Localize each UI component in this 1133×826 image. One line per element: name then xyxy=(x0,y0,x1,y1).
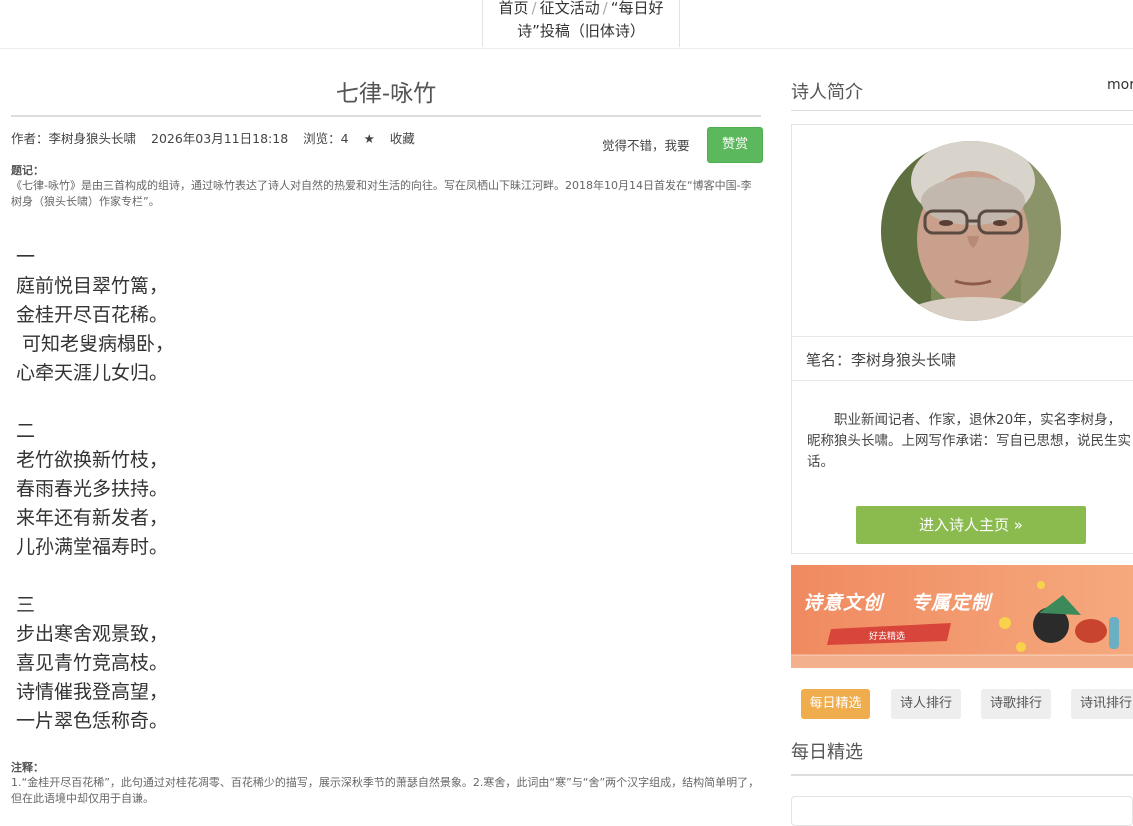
tab-news-ranking[interactable]: 诗讯排行 xyxy=(1071,689,1133,719)
profile-divider xyxy=(792,336,1133,337)
stanza-number: 三 xyxy=(16,594,36,616)
banner-title-2: 专属定制 xyxy=(911,592,992,614)
poem-line: 喜见青竹竞高枝。 xyxy=(16,652,169,674)
poem-line: 金桂开尽百花稀。 xyxy=(16,304,169,326)
poet-bio: 职业新闻记者、作家，退休20年，实名李树身，昵称狼头长啸。上网写作承诺：写自已思… xyxy=(807,412,1131,470)
poem-line: 诗情催我登高望， xyxy=(16,681,169,703)
poem-line: 老竹欲换新竹枝， xyxy=(16,449,169,471)
favorite-button[interactable]: ★ 收藏 xyxy=(364,131,426,146)
poem-line: 春雨春光多扶持。 xyxy=(16,478,169,500)
praise-button[interactable]: 赞赏 xyxy=(707,127,763,163)
poet-intro-heading: 诗人简介 xyxy=(791,82,863,103)
poem-line: 心牵天涯儿女归。 xyxy=(16,362,169,384)
poet-homepage-button[interactable]: 进入诗人主页 » xyxy=(856,506,1086,544)
promo-banner[interactable] xyxy=(791,565,1133,668)
poem-line: 儿孙满堂福寿时。 xyxy=(16,536,169,558)
praise-prompt: 觉得不错，我要 xyxy=(602,138,690,153)
more-link[interactable]: more xyxy=(1107,77,1133,93)
avatar-image xyxy=(881,141,1061,321)
stanza: 二 老竹欲换新竹枝， 春雨春光多扶持。 来年还有新发者， 儿孙满堂福寿时。 xyxy=(16,417,174,562)
star-icon: ★ xyxy=(363,131,375,146)
avatar[interactable] xyxy=(881,141,1061,321)
tab-poem-ranking[interactable]: 诗歌排行 xyxy=(981,689,1051,719)
daily-picks-heading: 每日精选 xyxy=(791,742,863,763)
daily-divider xyxy=(791,774,1133,776)
banner-title-1: 诗意文创 xyxy=(803,592,884,614)
pen-name: 笔名：李树身狼头长啸 xyxy=(806,351,957,369)
poem-line: 来年还有新发者， xyxy=(16,507,169,529)
article-title: 七律-咏竹 xyxy=(335,81,437,107)
sidebar-divider xyxy=(791,110,1133,111)
favorite-label: 收藏 xyxy=(389,131,415,146)
breadcrumb-separator: / xyxy=(531,0,537,17)
profile-divider xyxy=(792,380,1133,381)
banner-image xyxy=(791,565,1133,668)
poem-line: 庭前悦目翠竹篱， xyxy=(16,275,169,297)
stanza-number: 一 xyxy=(16,246,36,268)
annotation-text: 1.“金桂开尽百花稀”，此句通过对桂花凋零、百花稀少的描写，展示深秋季节的萧瑟自… xyxy=(11,776,760,805)
banner-tag: 好去精选 xyxy=(869,632,906,642)
daily-picks-list xyxy=(791,796,1133,826)
publish-date: 2026年03月11日18:18 xyxy=(151,131,289,146)
title-divider xyxy=(11,115,761,117)
tab-poet-ranking[interactable]: 诗人排行 xyxy=(891,689,961,719)
breadcrumb-home-link[interactable]: 首页 xyxy=(499,0,529,17)
note-text: 《七律-咏竹》是由三首构成的组诗，通过咏竹表达了诗人对自然的热爱和对生活的向往。… xyxy=(11,179,752,208)
author-label: 作者：李树身狼头长啸 xyxy=(11,131,137,146)
breadcrumb-activity-link[interactable]: 征文活动 xyxy=(540,0,600,17)
poem-body: 一 庭前悦目翠竹篱， 金桂开尽百花稀。 可知老叟病榻卧， 心牵天涯儿女归。 二 … xyxy=(16,243,174,765)
view-count: 浏览：4 xyxy=(303,131,349,146)
tab-daily-picks[interactable]: 每日精选 xyxy=(801,689,870,719)
breadcrumb-separator: / xyxy=(602,0,608,17)
stanza: 一 庭前悦目翠竹篱， 金桂开尽百花稀。 可知老叟病榻卧， 心牵天涯儿女归。 xyxy=(16,243,174,388)
stanza: 三 步出寒舍观景致， 喜见青竹竞高枝。 诗情催我登高望， 一片翠色恁称奇。 xyxy=(16,591,174,736)
poem-line: 可知老叟病榻卧， xyxy=(16,333,175,355)
note-label: 题记： xyxy=(11,164,44,177)
article-meta: 作者：李树身狼头长啸 2026年03月11日18:18 浏览：4 ★ 收藏 xyxy=(11,128,437,147)
poem-line: 步出寒舍观景致， xyxy=(16,623,169,645)
breadcrumb: 首页 / 征文活动 / “每日好诗”投稿（旧体诗） xyxy=(482,0,680,47)
annotation-label: 注释： xyxy=(11,761,44,774)
poem-line: 一片翠色恁称奇。 xyxy=(16,710,169,732)
stanza-number: 二 xyxy=(16,420,36,442)
